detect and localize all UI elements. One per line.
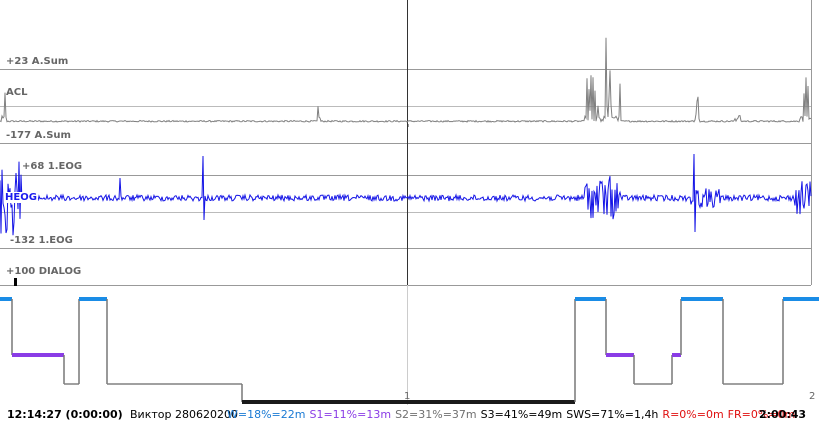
hypnogram[interactable] — [0, 297, 819, 404]
acl-bottom-scale-label: -177 A.Sum — [6, 130, 71, 141]
psg-viewer[interactable]: +23 A.Sum ACL -177 A.Sum +68 1.EOG HEOG … — [0, 0, 819, 427]
stage-stat-item: S3=41%=49m — [480, 408, 563, 421]
signal-plot-area[interactable] — [0, 0, 819, 427]
heog-channel-name[interactable]: HEOG — [4, 192, 38, 203]
stage-stat-item: S2=31%=37m — [395, 408, 477, 421]
heog-signal-trace — [0, 153, 812, 236]
heog-top-scale-label: +68 1.EOG — [22, 161, 83, 172]
acl-top-scale-label: +23 A.Sum — [6, 56, 69, 67]
status-bar: 12:14:27 (0:00:00) Виктор 280620200 W=18… — [0, 405, 819, 427]
hypnogram-page-marker-right: 2 — [809, 391, 816, 402]
start-time: 12:14:27 (0:00:00) — [7, 408, 123, 421]
stage-stat-item: R=0%=0m — [662, 408, 724, 421]
patient-info: Виктор 280620200 — [130, 408, 238, 421]
acl-signal-trace — [0, 37, 812, 123]
dialog-top-scale-label: +100 DIALOG — [6, 266, 82, 277]
heog-bottom-scale-label: -132 1.EOG — [10, 235, 73, 246]
dialog-marker — [14, 278, 17, 286]
stage-stat-item: W=18%=22m — [227, 408, 306, 421]
stage-statistics: W=18%=22m S1=11%=13m S2=31%=37m S3=41%=49m S… — [227, 405, 795, 425]
hypnogram-page-marker: 1 — [404, 391, 411, 402]
stage-stat-item: S1=11%=13m — [309, 408, 392, 421]
channel-grid — [0, 0, 812, 405]
acl-channel-name[interactable]: ACL — [6, 87, 27, 98]
stage-stat-item: SWS=71%=1,4h — [566, 408, 659, 421]
end-time: 2:00:43 — [759, 408, 807, 421]
